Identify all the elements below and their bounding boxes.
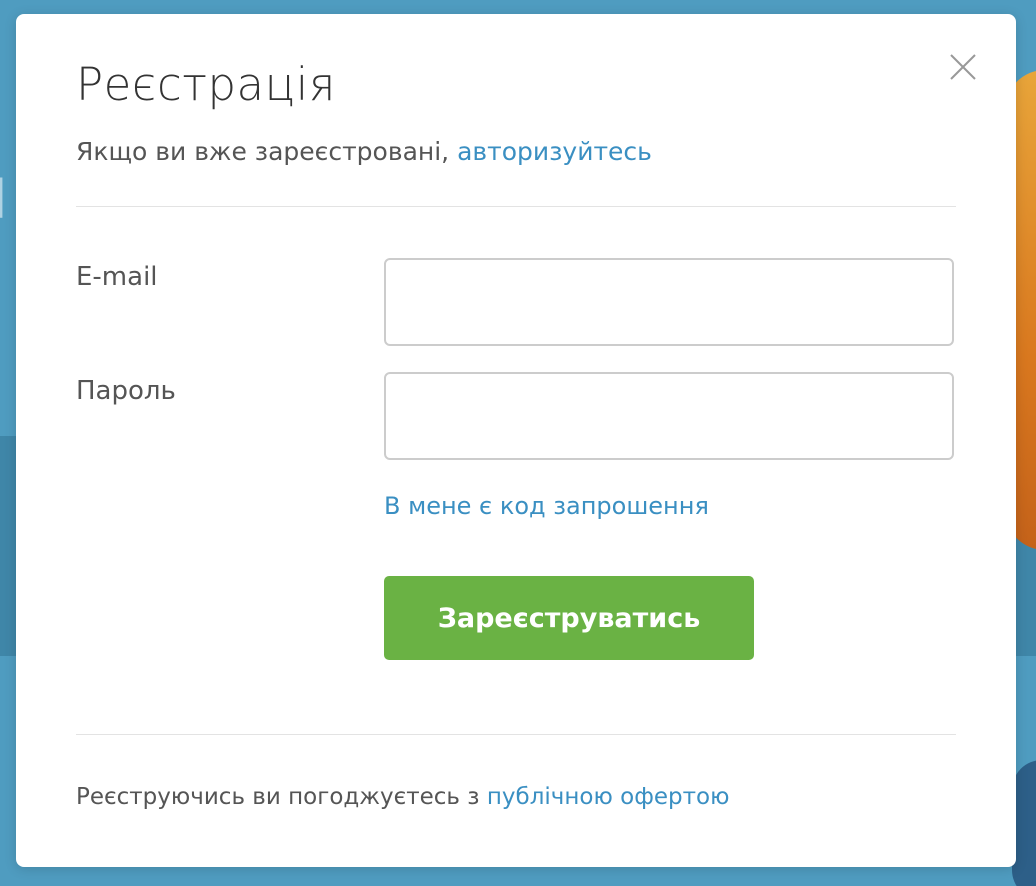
modal-title: Реєстрація: [76, 58, 336, 111]
backdrop-glyph: |: [0, 172, 8, 218]
password-label: Пароль: [76, 376, 176, 406]
register-button[interactable]: Зареєструватись: [384, 576, 754, 660]
email-label: E-mail: [76, 262, 158, 292]
close-button[interactable]: [946, 50, 980, 84]
invite-code-link[interactable]: В мене є код запрошення: [384, 492, 709, 520]
public-offer-link[interactable]: публічною офертою: [487, 784, 730, 810]
close-icon[interactable]: [946, 50, 980, 84]
password-field[interactable]: [384, 372, 954, 460]
terms-notice-text: Реєструючись ви погоджуєтесь з: [76, 784, 487, 810]
top-divider: [76, 206, 956, 207]
email-field[interactable]: [384, 258, 954, 346]
registration-modal: Реєстрація Якщо ви вже зареєстровані, ав…: [16, 14, 1016, 867]
bottom-divider: [76, 734, 956, 735]
login-prompt-text: Якщо ви вже зареєстровані,: [76, 137, 458, 166]
login-link[interactable]: авторизуйтесь: [457, 137, 652, 166]
login-prompt: Якщо ви вже зареєстровані, авторизуйтесь: [76, 137, 652, 166]
terms-notice: Реєструючись ви погоджуєтесь з публічною…: [76, 784, 729, 810]
